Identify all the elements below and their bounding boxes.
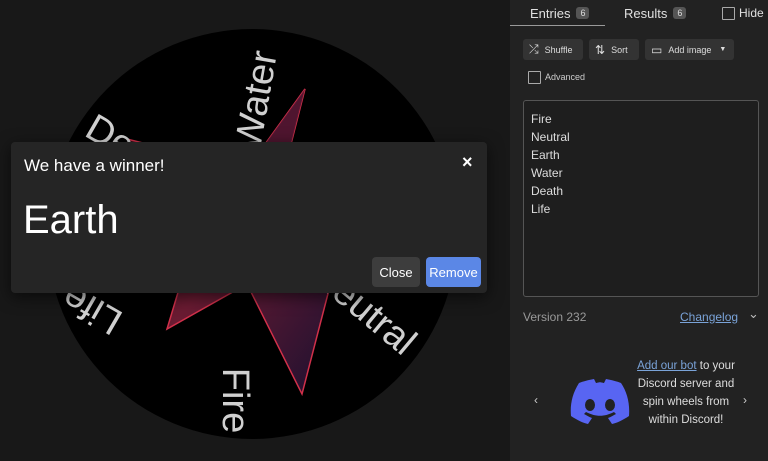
image-icon: ▭ (651, 42, 663, 57)
chevron-left-icon[interactable]: ‹ (534, 393, 538, 407)
shuffle-button[interactable]: ⤮ Shuffle (523, 39, 583, 60)
close-button[interactable]: Close (372, 257, 420, 287)
tab-entries-count: 6 (576, 7, 590, 19)
add-bot-link[interactable]: Add our bot (637, 360, 696, 372)
tab-results-count: 6 (673, 7, 687, 19)
tab-results-label: Results (624, 5, 668, 21)
tab-entries[interactable]: Entries 6 (530, 0, 590, 26)
changelog-link[interactable]: Changelog (680, 310, 738, 324)
wheel-label-fire: Fire (214, 367, 257, 434)
discord-promo: Add our bot to your Discord server and s… (636, 357, 736, 429)
winner-name: Earth (23, 198, 119, 242)
shuffle-label: Shuffle (544, 44, 573, 55)
dialog-title: We have a winner! (24, 156, 165, 175)
entries-textarea[interactable]: Fire Neutral Earth Water Death Life (523, 100, 759, 297)
entry-line: Death (531, 184, 564, 198)
entry-line: Life (531, 202, 551, 216)
advanced-label: Advanced (545, 72, 586, 82)
entry-line: Water (531, 166, 563, 180)
hide-label: Hide (739, 6, 764, 20)
tab-results[interactable]: Results 6 (624, 0, 687, 26)
remove-button[interactable]: Remove (426, 257, 481, 287)
tab-entries-label: Entries (530, 5, 571, 21)
add-image-label: Add image (668, 44, 712, 55)
sort-button[interactable]: ⇅ Sort (589, 39, 639, 60)
chevron-right-icon[interactable]: › (743, 393, 747, 407)
version-text: Version 232 (523, 310, 587, 324)
caret-down-icon: ▼ (719, 46, 727, 53)
active-tab-indicator (510, 25, 605, 26)
shuffle-icon: ⤮ (529, 42, 539, 56)
side-panel: Entries 6 Results 6 Hide ⤮ Shuffle ⇅ Sor… (510, 0, 768, 461)
sort-icon: ⇅ (595, 42, 606, 57)
chevron-down-icon[interactable]: ⌄ (748, 306, 759, 322)
entry-line: Neutral (531, 130, 570, 144)
discord-logo-icon (570, 379, 630, 424)
wheel-area: Water Neutral Fire Life Death We have a … (0, 0, 510, 461)
sort-label: Sort (611, 44, 628, 55)
hide-checkbox[interactable] (722, 7, 735, 20)
entry-line: Fire (531, 112, 552, 126)
close-icon[interactable]: × (462, 152, 473, 173)
entry-line: Earth (531, 148, 560, 162)
add-image-button[interactable]: ▭ Add image ▼ (645, 39, 734, 60)
winner-dialog: We have a winner! × Earth Close Remove (11, 142, 487, 293)
advanced-checkbox[interactable] (528, 71, 541, 84)
